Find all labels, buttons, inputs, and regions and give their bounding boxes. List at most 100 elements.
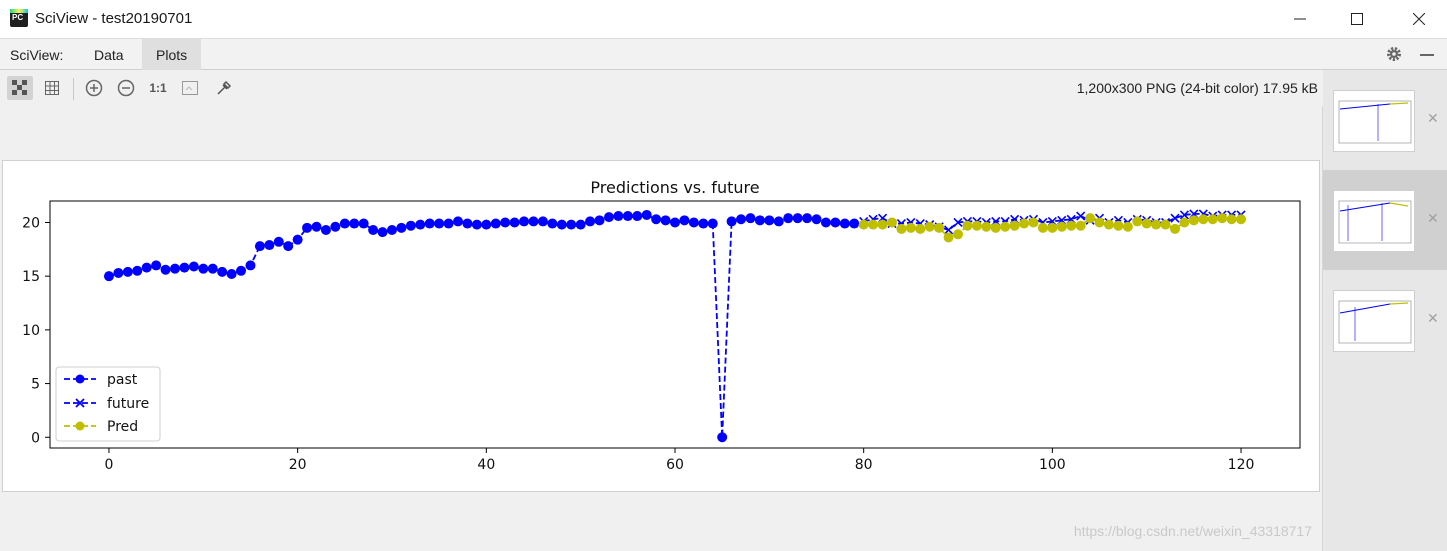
data-point-past xyxy=(575,219,586,230)
data-point-past xyxy=(632,211,643,222)
data-point-past xyxy=(122,266,133,277)
legend-label-past: past xyxy=(107,372,138,388)
data-point-pred xyxy=(1151,219,1162,230)
plot-thumbnail xyxy=(1333,190,1415,252)
data-point-past xyxy=(368,224,379,235)
data-point-past xyxy=(783,213,794,224)
data-point-past xyxy=(594,215,605,226)
data-point-past xyxy=(839,218,850,229)
maximize-button[interactable] xyxy=(1331,0,1383,38)
chessboard-icon xyxy=(12,80,27,95)
tab-data[interactable]: Data xyxy=(80,39,138,70)
data-point-pred xyxy=(1132,216,1143,227)
y-tick-label: 15 xyxy=(22,269,40,285)
thumbnail-item[interactable]: ✕ xyxy=(1323,70,1447,170)
thumbnail-item[interactable]: ✕ xyxy=(1323,270,1447,370)
data-point-past xyxy=(670,217,680,228)
x-tick-label: 20 xyxy=(289,457,307,473)
data-point-pred xyxy=(971,220,982,231)
data-point-pred xyxy=(858,219,869,230)
sciview-label: SciView: xyxy=(10,47,64,63)
fit-zoom-button[interactable] xyxy=(177,76,203,100)
data-point-past xyxy=(217,266,228,277)
data-point-past xyxy=(622,211,633,222)
data-point-pred xyxy=(1207,214,1218,225)
data-point-past xyxy=(113,267,124,278)
minimize-button[interactable] xyxy=(1274,0,1326,38)
data-point-future xyxy=(1170,213,1180,223)
data-point-past xyxy=(198,263,209,274)
y-tick-label: 5 xyxy=(31,377,40,393)
data-point-pred xyxy=(1009,220,1020,231)
zoom-in-button[interactable] xyxy=(81,76,107,100)
y-tick-label: 0 xyxy=(31,430,40,446)
data-point-past xyxy=(358,218,369,229)
data-point-pred xyxy=(1170,223,1180,234)
close-thumbnail-icon[interactable]: ✕ xyxy=(1427,210,1439,227)
data-point-pred xyxy=(943,232,954,243)
close-thumbnail-icon[interactable]: ✕ xyxy=(1427,310,1439,327)
data-point-pred xyxy=(1000,221,1011,232)
plot-thumbnail xyxy=(1333,290,1415,352)
data-point-pred xyxy=(1226,214,1237,225)
close-icon xyxy=(1413,13,1425,25)
color-picker-button[interactable] xyxy=(211,76,237,100)
data-point-pred xyxy=(1103,219,1114,230)
tab-plots[interactable]: Plots xyxy=(142,39,202,70)
close-thumbnail-icon[interactable]: ✕ xyxy=(1427,110,1439,127)
settings-button[interactable] xyxy=(1385,45,1405,65)
data-point-past xyxy=(320,224,331,235)
pycharm-app-icon: PC xyxy=(10,9,28,27)
data-point-pred xyxy=(905,222,916,233)
zoom-out-button[interactable] xyxy=(113,76,139,100)
data-point-past xyxy=(820,217,831,228)
data-point-past xyxy=(490,218,501,229)
data-point-pred xyxy=(1198,214,1209,225)
minimize-icon xyxy=(1294,18,1306,20)
data-point-past xyxy=(377,227,388,238)
data-point-past xyxy=(207,263,218,274)
sciview-menubar: SciView: Data Plots xyxy=(0,38,1447,70)
data-point-pred xyxy=(1141,218,1152,229)
chart-title: Predictions vs. future xyxy=(590,178,759,197)
x-tick-label: 0 xyxy=(105,457,114,473)
data-point-pred xyxy=(1056,221,1067,232)
data-point-past xyxy=(754,215,765,226)
data-point-past xyxy=(396,222,407,233)
data-point-past xyxy=(651,214,662,225)
plot-axes-frame xyxy=(49,200,1301,449)
data-point-pred xyxy=(1217,213,1228,224)
legend-marker-past xyxy=(75,374,85,384)
data-point-past xyxy=(773,216,784,227)
data-point-pred xyxy=(1094,217,1105,228)
fit-to-window-icon xyxy=(182,81,198,95)
data-point-pred xyxy=(1066,220,1077,231)
data-point-past xyxy=(471,219,482,230)
close-window-button[interactable] xyxy=(1393,0,1445,38)
legend-marker-pred xyxy=(75,421,85,431)
image-viewer[interactable]: Predictions vs. future 0 20 40 60 80 100 120 0 5… xyxy=(0,106,1323,551)
actual-size-button[interactable]: 1:1 xyxy=(145,76,171,100)
hide-panel-button[interactable] xyxy=(1419,45,1439,65)
thumbnail-item[interactable]: ✕ xyxy=(1323,170,1447,270)
chessboard-toggle-button[interactable] xyxy=(7,76,33,100)
data-point-past xyxy=(226,269,237,280)
data-point-past xyxy=(339,218,350,229)
data-point-past xyxy=(141,262,152,273)
data-point-past xyxy=(500,217,511,228)
data-point-past xyxy=(188,261,199,272)
data-point-past xyxy=(302,222,313,233)
toolbar-separator xyxy=(73,78,74,100)
x-tick-label: 100 xyxy=(1039,457,1066,473)
data-point-past xyxy=(415,219,426,230)
data-point-pred xyxy=(1037,222,1048,233)
data-point-past xyxy=(660,215,671,226)
data-point-past xyxy=(462,218,473,229)
data-point-past xyxy=(830,217,841,228)
data-point-past xyxy=(245,260,256,271)
grid-toggle-button[interactable] xyxy=(39,76,65,100)
data-point-past xyxy=(603,212,614,223)
data-point-pred xyxy=(896,223,907,234)
data-point-future xyxy=(1076,211,1086,221)
data-point-past xyxy=(424,218,435,229)
